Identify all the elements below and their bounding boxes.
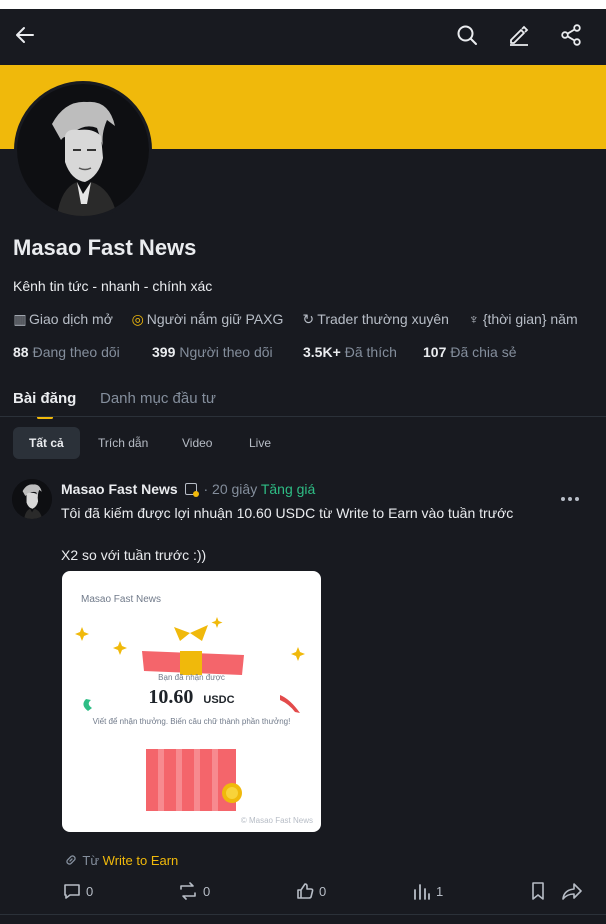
share-icon[interactable] xyxy=(559,23,583,47)
badge-frequent-trader[interactable]: ↻ Trader thường xuyên xyxy=(301,311,449,328)
verified-badge-icon xyxy=(184,483,199,497)
filter-all[interactable]: Tất cả xyxy=(13,427,80,459)
sprout-icon: ♆ xyxy=(468,311,480,327)
card-subtitle: Viết để nhận thưởng. Biến câu chữ thành … xyxy=(92,717,291,726)
bookmark-icon[interactable] xyxy=(528,881,548,901)
repost-button[interactable]: 0 xyxy=(177,881,210,901)
card-watermark: © Masao Fast News xyxy=(240,816,313,825)
thumbs-up-icon xyxy=(297,883,314,899)
tab-posts[interactable]: Bài đăng xyxy=(13,390,76,407)
filter-video[interactable]: Video xyxy=(166,427,228,459)
comment-button[interactable]: 0 xyxy=(62,881,93,901)
like-button[interactable]: 0 xyxy=(295,881,326,901)
link-icon xyxy=(63,852,79,871)
post-header: Masao Fast News · 20 giây Tăng giá xyxy=(61,481,315,497)
tab-portfolio[interactable]: Danh mục đầu tư xyxy=(100,390,216,407)
post-time: · 20 giây xyxy=(203,481,258,497)
filter-quotes[interactable]: Trích dẫn xyxy=(82,427,164,459)
top-bar xyxy=(0,9,606,65)
profile-bio: Kênh tin tức - nhanh - chính xác xyxy=(13,278,213,294)
stat-following[interactable]: 88 Đang theo dõi xyxy=(13,344,120,360)
chart-icon: ▥ xyxy=(13,311,27,327)
views-button[interactable]: 1 xyxy=(412,881,443,901)
post-author-name[interactable]: Masao Fast News xyxy=(61,481,178,497)
stat-followers[interactable]: 399 Người theo dõi xyxy=(152,344,273,360)
badge-years[interactable]: ♆ {thời gian} năm xyxy=(467,311,578,327)
badge-open-trading[interactable]: ▥ Giao dịch mở xyxy=(13,311,113,328)
search-icon[interactable] xyxy=(455,23,479,47)
profile-name: Masao Fast News xyxy=(13,235,197,260)
refresh-icon: ↻ xyxy=(302,311,315,327)
tabs-divider xyxy=(0,416,606,417)
profile-badges: ▥ Giao dịch mở ◎ Người nắm giữ PAXG ↻ Trade… xyxy=(13,311,592,328)
forward-share-icon[interactable] xyxy=(561,881,583,901)
filter-live[interactable]: Live xyxy=(233,427,287,459)
stat-shares: 107 Đã chia sẻ xyxy=(423,344,517,360)
post-divider xyxy=(0,914,606,915)
post-body: Tôi đã kiếm được lợi nhuận 10.60 USDC từ… xyxy=(61,505,514,563)
repost-icon xyxy=(180,882,196,900)
post-sentiment-tag: Tăng giá xyxy=(260,481,316,497)
reward-card-image[interactable]: Masao Fast News Bạn đã nhận được 10.60 US… xyxy=(62,571,321,832)
coin-icon: ◎ xyxy=(131,311,144,327)
card-received-label: Bạn đã nhận được xyxy=(158,673,225,682)
write-to-earn-link[interactable]: Write to Earn xyxy=(103,853,179,868)
profile-screen: Masao Fast News Kênh tin tức - nhanh - c… xyxy=(0,9,606,924)
post-source: Từ Write to Earn xyxy=(63,852,178,871)
back-arrow-icon[interactable] xyxy=(13,23,37,47)
stat-likes: 3.5K+ Đã thích xyxy=(303,344,397,360)
comment-icon xyxy=(64,884,80,899)
bar-chart-icon xyxy=(414,884,430,900)
badge-paxg-holder[interactable]: ◎ Người nắm giữ PAXG xyxy=(131,311,284,328)
post-author-avatar[interactable] xyxy=(12,479,52,519)
post-actions: 0 0 0 1 xyxy=(0,881,606,911)
card-amount: 10.60 USDC xyxy=(148,686,235,708)
avatar[interactable] xyxy=(14,81,152,219)
edit-icon[interactable] xyxy=(507,23,531,47)
